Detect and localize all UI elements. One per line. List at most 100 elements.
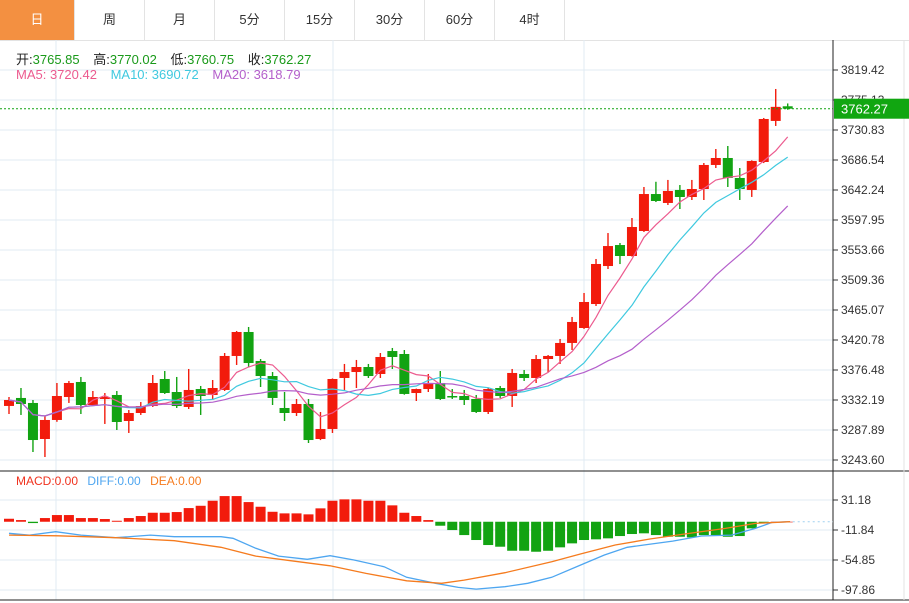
candle-down <box>674 189 685 198</box>
macd-bar <box>15 520 26 522</box>
macd-bar <box>135 516 146 522</box>
macd-bar <box>650 521 661 536</box>
candle-up <box>351 367 362 373</box>
macd-bar <box>614 521 625 537</box>
candle-up <box>543 355 554 360</box>
macd-info: MACD:0.00 DIFF:0.00 DEA:0.00 <box>16 474 207 488</box>
candle-up <box>183 389 194 407</box>
candle-up <box>411 389 422 394</box>
macd-bar <box>710 521 721 536</box>
high-value: 3770.02 <box>109 52 157 67</box>
macd-bar <box>39 518 50 522</box>
macd-bar <box>447 521 458 531</box>
candle-up <box>579 301 590 328</box>
candle-up <box>87 397 98 406</box>
macd-bar <box>626 521 637 535</box>
macd-bar <box>27 521 38 524</box>
candle-down <box>459 395 470 400</box>
candle-down <box>435 382 446 399</box>
diff-value: DIFF:0.00 <box>87 474 141 488</box>
macd-tick-label: -97.86 <box>841 583 875 597</box>
macd-bar <box>4 518 14 522</box>
macd-bar <box>603 521 613 539</box>
macd-bar <box>195 505 206 522</box>
ma10-value: MA10: 3690.72 <box>110 67 199 82</box>
macd-bar <box>99 519 110 522</box>
candle-up <box>603 246 613 267</box>
macd-bar <box>219 496 230 522</box>
macd-bar <box>87 518 98 522</box>
macd-bar <box>351 499 362 522</box>
macd-bar <box>531 521 542 552</box>
dea-value: DEA:0.00 <box>150 474 202 488</box>
kline-chart[interactable]: 3819.423775.133730.833686.543642.243597.… <box>0 0 909 603</box>
macd-bar <box>471 521 482 541</box>
macd-bar <box>291 513 302 522</box>
price-tick-label: 3642.24 <box>841 183 885 197</box>
low-value: 3760.75 <box>187 52 235 67</box>
candle-up <box>123 412 134 421</box>
close-value: 3762.27 <box>264 52 312 67</box>
macd-bar <box>63 515 74 522</box>
current-price-label: 3762.27 <box>841 102 888 117</box>
price-tick-label: 3597.95 <box>841 213 885 227</box>
price-tick-label: 3553.66 <box>841 243 885 257</box>
candle-up <box>758 118 769 162</box>
macd-bar <box>51 515 62 522</box>
candle-down <box>243 331 254 364</box>
macd-bar <box>638 521 649 534</box>
candle-up <box>483 389 494 412</box>
macd-bar <box>279 513 290 522</box>
price-tick-label: 3287.89 <box>841 423 885 437</box>
macd-bar <box>495 521 506 547</box>
macd-bar <box>483 521 494 546</box>
candle-up <box>219 355 230 390</box>
macd-bar <box>159 512 170 522</box>
macd-bar <box>387 505 398 522</box>
candle-up <box>63 382 74 398</box>
macd-bar <box>207 500 218 522</box>
candle-down <box>159 378 170 394</box>
macd-bar <box>567 521 578 544</box>
candle-up <box>567 321 578 343</box>
candle-down <box>75 381 86 406</box>
macd-bar <box>399 512 410 522</box>
candle-up <box>291 403 302 413</box>
price-tick-label: 3332.19 <box>841 393 885 407</box>
candle-up <box>746 160 757 190</box>
ma5-value: MA5: 3720.42 <box>16 67 97 82</box>
ma20-line <box>8 205 789 417</box>
low-label: 低: <box>170 52 188 67</box>
macd-bar <box>543 521 554 551</box>
candle-down <box>519 373 530 378</box>
macd-value: MACD:0.00 <box>16 474 79 488</box>
ma20-value: MA20: 3618.79 <box>212 67 301 82</box>
macd-bar <box>255 506 266 522</box>
price-tick-label: 3686.54 <box>841 153 885 167</box>
macd-bar <box>363 500 374 522</box>
price-tick-label: 3509.36 <box>841 273 885 287</box>
price-tick-label: 3243.60 <box>841 453 885 467</box>
macd-bar <box>591 521 602 540</box>
candle-up <box>315 428 326 440</box>
macd-bar <box>435 521 446 526</box>
macd-bar <box>183 508 194 522</box>
candle-down <box>279 407 290 413</box>
macd-bar <box>303 514 314 522</box>
macd-bar <box>267 511 278 522</box>
candle-down <box>363 367 374 377</box>
macd-bar <box>698 521 709 536</box>
macd-bar <box>315 508 326 522</box>
candle-down <box>195 389 206 396</box>
candle-up <box>710 157 721 165</box>
candle-up <box>231 331 242 356</box>
open-label: 开: <box>16 52 33 67</box>
price-tick-label: 3730.83 <box>841 123 885 137</box>
ma5-line <box>8 136 789 418</box>
candle-up <box>555 342 566 356</box>
candle-down <box>447 395 458 398</box>
high-label: 高: <box>93 52 110 67</box>
open-value: 3765.85 <box>32 52 80 67</box>
macd-bar <box>243 502 254 522</box>
candle-up <box>327 378 338 429</box>
